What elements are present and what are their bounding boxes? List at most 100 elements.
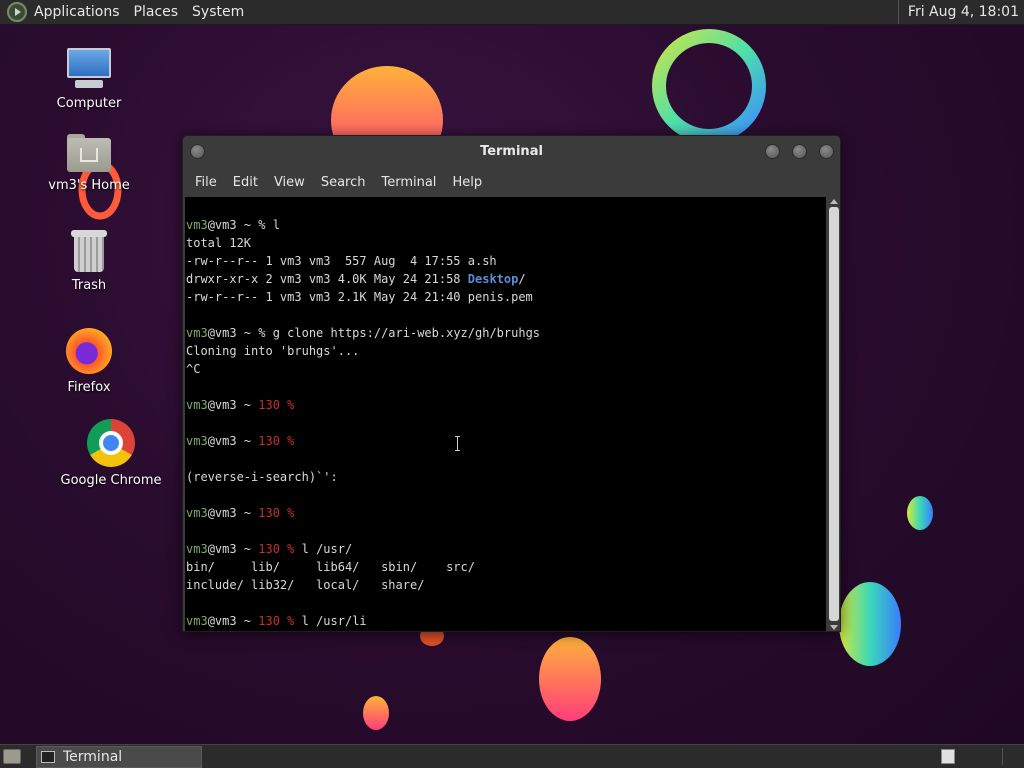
desktop-icon-label: Computer [56, 96, 122, 111]
terminal-line: -rw-r--r-- 1 vm3 vm3 2.1K May 24 21:40 p… [186, 288, 826, 306]
terminal-window[interactable]: Terminal File Edit View Search Terminal … [182, 135, 841, 632]
terminal-text-segment: l /usr/li [294, 614, 367, 628]
desktop-icon-trash[interactable]: Trash [34, 230, 144, 293]
menu-search[interactable]: Search [313, 175, 374, 190]
home-folder-icon [67, 132, 111, 172]
terminal-text-segment: 130 % [258, 434, 295, 448]
terminal-text-segment: @vm3 ~ [207, 506, 259, 520]
terminal-line: total 12K [186, 234, 826, 252]
terminal-text-segment: @vm3 ~ % g clone https://ari-web.xyz/gh/… [207, 326, 541, 340]
desktop-icon-firefox[interactable]: Firefox [34, 328, 144, 395]
terminal-line: include/ lib32/ local/ share/ [186, 576, 826, 594]
terminal-text-segment: / [518, 272, 526, 286]
menu-system[interactable]: System [191, 4, 252, 20]
terminal-line: bin/ lib/ lib64/ sbin/ src/ [186, 558, 826, 576]
terminal-text-segment: Cloning into 'bruhgs'... [186, 344, 360, 358]
terminal-output[interactable]: vm3@vm3 ~ % l total 12K -rw-r--r-- 1 vm3 v… [185, 197, 826, 631]
terminal-scrollbar[interactable] [828, 197, 840, 631]
computer-icon [65, 46, 113, 90]
desktop-icon-label: Trash [71, 278, 107, 293]
menu-view[interactable]: View [266, 175, 313, 190]
window-menu-icon[interactable] [190, 144, 205, 159]
terminal-line: -rw-r--r-- 1 vm3 vm3 557 Aug 4 17:55 a.s… [186, 252, 826, 270]
terminal-text-segment: drwxr-xr-x 2 vm3 vm3 4.0K May 24 21:58 [186, 272, 468, 286]
desktop-icon-label: Google Chrome [60, 473, 162, 488]
scroll-down-icon[interactable] [830, 625, 838, 630]
trash-icon [71, 230, 107, 272]
terminal-line: ^C [186, 360, 826, 378]
terminal-text-segment: l /usr/ [294, 542, 353, 556]
terminal-icon [41, 751, 55, 763]
desktop-icon-home[interactable]: vm3's Home [34, 132, 144, 193]
workspace-switcher-icon[interactable] [941, 749, 955, 764]
terminal-text-segment: vm3 [186, 218, 208, 232]
window-title: Terminal [480, 144, 543, 159]
terminal-text-segment: 130 % [258, 614, 295, 628]
terminal-text-segment: @vm3 ~ % l [207, 218, 280, 232]
window-titlebar[interactable]: Terminal [183, 136, 840, 168]
desktop-icon-chrome[interactable]: Google Chrome [56, 419, 166, 488]
terminal-line: vm3@vm3 ~ % l [186, 216, 826, 234]
chrome-icon [87, 419, 135, 467]
menu-applications[interactable]: Applications [33, 4, 128, 20]
terminal-text-segment: @vm3 ~ [207, 398, 259, 412]
terminal-text-segment: Desktop [467, 272, 519, 286]
menu-edit[interactable]: Edit [225, 175, 266, 190]
terminal-line: vm3@vm3 ~ 130 % l /usr/ [186, 540, 826, 558]
terminal-text-segment: @vm3 ~ [207, 542, 259, 556]
terminal-line: vm3@vm3 ~ 130 % [186, 396, 826, 414]
clock[interactable]: Fri Aug 4, 18:01 [897, 0, 1019, 24]
terminal-text-segment: include/ lib32/ local/ share/ [186, 578, 425, 592]
terminal-line: Cloning into 'bruhgs'... [186, 342, 826, 360]
terminal-text-segment: vm3 [186, 398, 208, 412]
show-desktop-icon[interactable] [3, 749, 21, 764]
scrollbar-thumb[interactable] [829, 207, 839, 621]
distro-logo-icon[interactable] [7, 2, 27, 22]
terminal-text-segment: @vm3 ~ [207, 614, 259, 628]
top-panel: Applications Places System Fri Aug 4, 18… [0, 0, 1024, 25]
terminal-text-segment: -rw-r--r-- 1 vm3 vm3 557 Aug 4 17:55 a.s… [186, 254, 497, 268]
terminal-text-segment: vm3 [186, 434, 208, 448]
terminal-text-segment: (reverse-i-search)`': [186, 470, 338, 484]
terminal-line: (reverse-i-search)`': [186, 468, 826, 486]
close-button[interactable] [819, 144, 834, 159]
bottom-panel: Terminal [0, 744, 1024, 768]
maximize-button[interactable] [792, 144, 807, 159]
terminal-line: drwxr-xr-x 2 vm3 vm3 4.0K May 24 21:58 D… [186, 270, 826, 288]
terminal-menubar: File Edit View Search Terminal Help [183, 168, 840, 197]
desktop-icon-label: Firefox [67, 380, 111, 395]
terminal-line: vm3@vm3 ~ 130 % [186, 504, 826, 522]
terminal-text-segment: ^C [186, 362, 201, 376]
terminal-text-segment: vm3 [186, 614, 208, 628]
terminal-text-segment: vm3 [186, 542, 208, 556]
terminal-text-segment: @vm3 ~ [207, 434, 259, 448]
terminal-cursor [367, 614, 374, 628]
terminal-text: vm3@vm3 ~ % l total 12K -rw-r--r-- 1 vm3 v… [185, 197, 826, 630]
minimize-button[interactable] [765, 144, 780, 159]
taskbar-item-label: Terminal [63, 749, 123, 765]
menu-file[interactable]: File [187, 175, 225, 190]
terminal-text-segment: -rw-r--r-- 1 vm3 vm3 2.1K May 24 21:40 p… [186, 290, 533, 304]
terminal-text-segment: 130 % [258, 506, 295, 520]
menu-help[interactable]: Help [444, 175, 490, 190]
terminal-text-segment: vm3 [186, 506, 208, 520]
terminal-line: vm3@vm3 ~ 130 % l /usr/li [186, 612, 826, 630]
desktop-icon-label: vm3's Home [48, 178, 130, 193]
menu-terminal[interactable]: Terminal [373, 175, 444, 190]
desktop-icon-computer[interactable]: Computer [34, 46, 144, 111]
menu-places[interactable]: Places [133, 4, 187, 20]
terminal-text-segment: 130 % [258, 398, 295, 412]
terminal-line: vm3@vm3 ~ 130 % [186, 432, 826, 450]
taskbar-item-terminal[interactable]: Terminal [36, 746, 202, 768]
terminal-text-segment: bin/ lib/ lib64/ sbin/ src/ [186, 560, 475, 574]
terminal-text-segment: vm3 [186, 326, 208, 340]
terminal-line: vm3@vm3 ~ % g clone https://ari-web.xyz/… [186, 324, 826, 342]
panel-separator [1002, 748, 1022, 765]
scroll-up-icon[interactable] [830, 199, 838, 204]
